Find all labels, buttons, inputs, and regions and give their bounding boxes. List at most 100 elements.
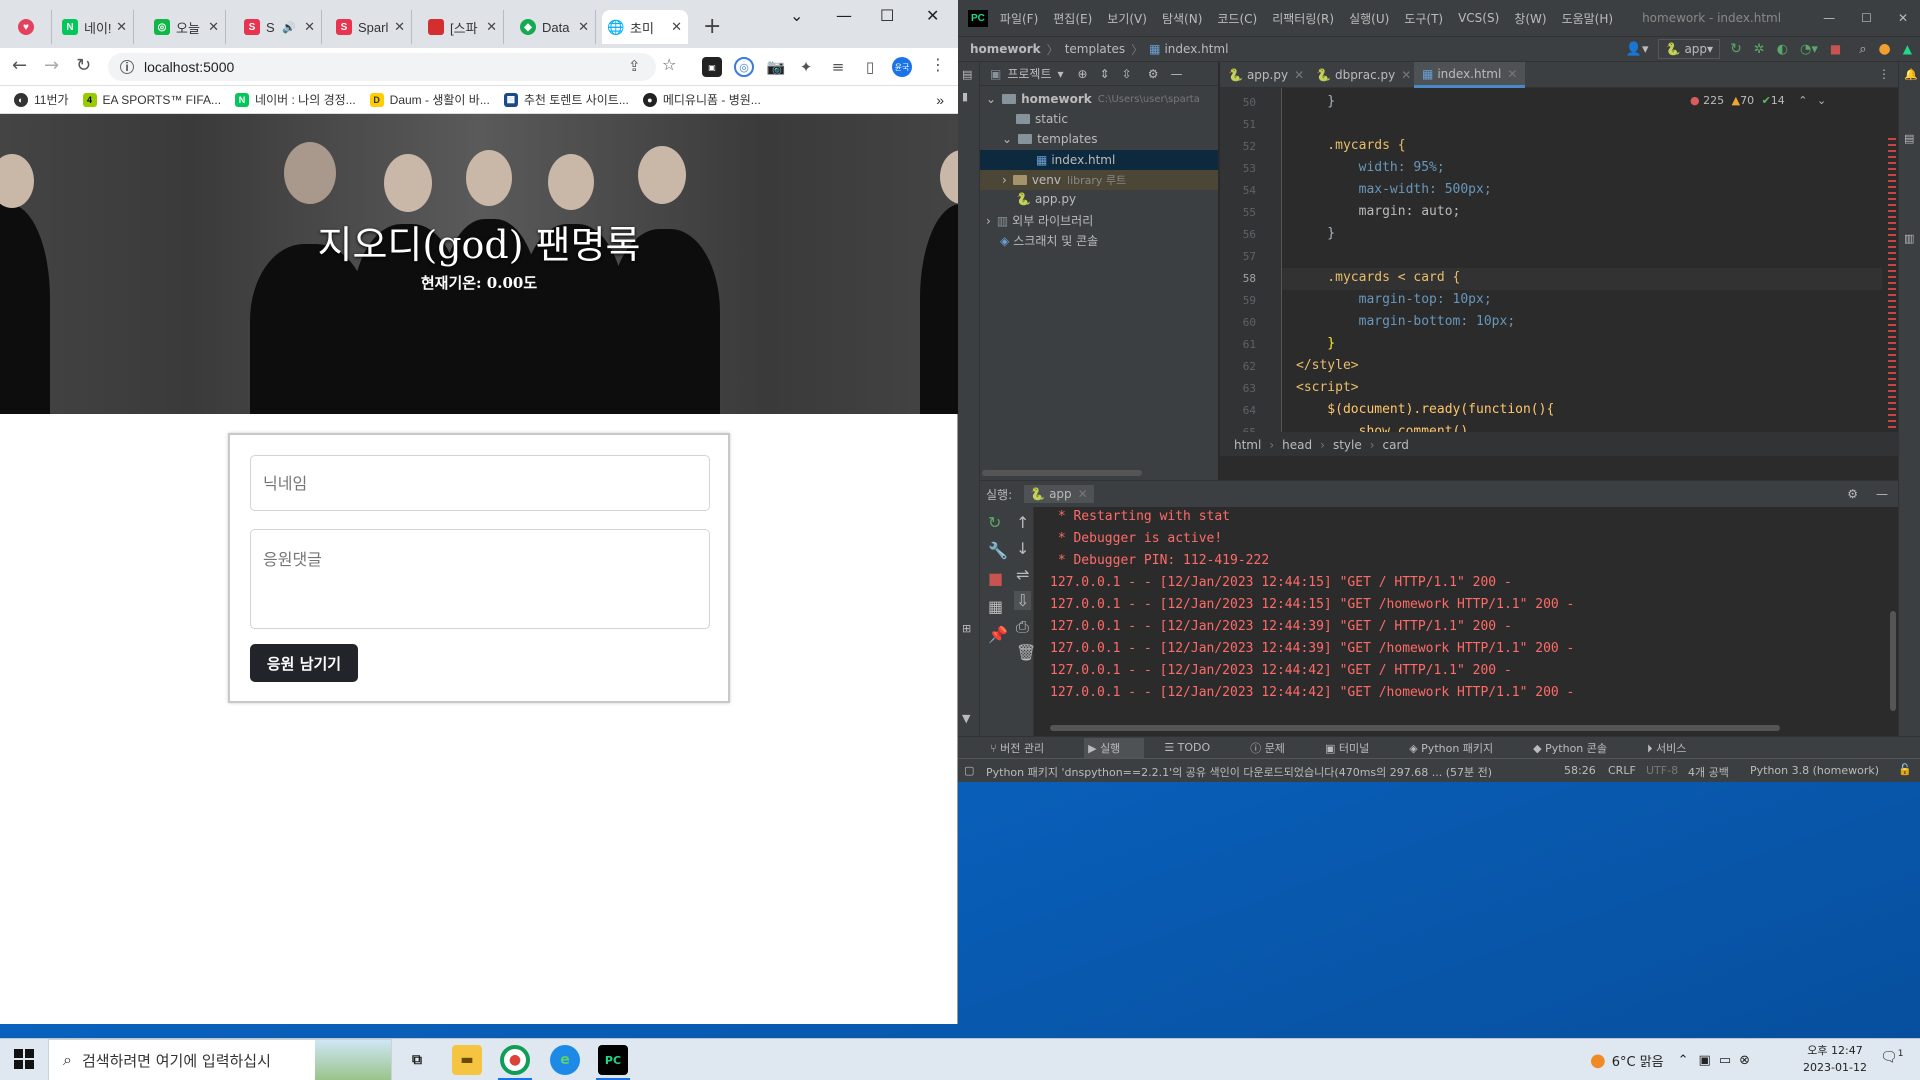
scroll-to-end-icon[interactable]: ⇩: [1014, 591, 1032, 610]
nav-crumb[interactable]: homework: [970, 42, 1041, 56]
hide-icon[interactable]: —: [1171, 67, 1183, 81]
tree-item-scratches[interactable]: ◈ 스크래치 및 콘솔: [1000, 232, 1098, 249]
update-icon[interactable]: ●: [1879, 41, 1891, 57]
close-icon[interactable]: ✕: [394, 19, 405, 35]
code-line[interactable]: }: [1296, 94, 1335, 109]
nickname-input[interactable]: [250, 455, 710, 511]
code-line[interactable]: $(document).ready(function(){: [1296, 402, 1554, 417]
close-icon[interactable]: ✕: [208, 19, 219, 35]
vertical-scrollbar[interactable]: [1890, 611, 1896, 711]
maximize-icon[interactable]: ☐: [880, 6, 894, 25]
minimize-icon[interactable]: —: [1823, 11, 1835, 25]
taskbar-search[interactable]: ⌕ 검색하려면 여기에 입력하십시: [48, 1039, 392, 1080]
trash-icon[interactable]: 🗑: [1016, 643, 1036, 662]
lock-icon[interactable]: 🔓: [1898, 763, 1912, 776]
gear-icon[interactable]: ⚙: [1148, 67, 1159, 81]
menu-item[interactable]: 탐색(N): [1162, 10, 1202, 27]
bookmark-item[interactable]: N 네이버 : 나의 경정...: [235, 91, 356, 108]
editor-tab-active[interactable]: ▦ index.html ✕: [1414, 62, 1526, 88]
close-icon[interactable]: ✕: [1294, 68, 1304, 82]
bookmark-item[interactable]: ● 메디유니폼 - 병원...: [642, 91, 761, 108]
close-icon[interactable]: ✕: [116, 19, 127, 35]
display-icon[interactable]: ▭: [1719, 1053, 1731, 1068]
inspection-widget[interactable]: ● 225 ▲70 ✔14 ⌃ ⌄: [1690, 94, 1826, 107]
structure-tool-icon[interactable]: ⊞: [962, 622, 971, 635]
menu-item[interactable]: 코드(C): [1217, 10, 1257, 27]
maximize-icon[interactable]: ☐: [1861, 11, 1872, 25]
arrow-down-icon[interactable]: ↓: [1016, 539, 1029, 558]
database-tool-icon[interactable]: ▤: [1904, 132, 1914, 145]
close-icon[interactable]: ✕: [304, 19, 315, 35]
media-icon[interactable]: ≡: [828, 57, 848, 77]
close-window-icon[interactable]: ✕: [1898, 11, 1908, 25]
sciview-tool-icon[interactable]: ▥: [1904, 232, 1914, 245]
notifications-tool-icon[interactable]: 🔔: [1904, 68, 1918, 81]
browser-tab-active[interactable]: 🌐 초미 ✕: [602, 10, 688, 44]
pycharm-icon[interactable]: PC: [598, 1045, 628, 1075]
browser-tab[interactable]: ◎ 오늘 ✕: [148, 10, 226, 44]
submit-comment-button[interactable]: 응원 남기기: [250, 644, 358, 682]
indent-setting[interactable]: 4개 공백: [1688, 764, 1729, 780]
menu-item[interactable]: 도구(T): [1404, 10, 1443, 27]
tool-tab-problems[interactable]: ⓘ 문제: [1250, 740, 1305, 756]
browser-tab[interactable]: [스파 ✕: [422, 10, 504, 44]
expand-all-icon[interactable]: ⇕: [1100, 67, 1110, 81]
mute-icon[interactable]: ⊗: [1739, 1053, 1750, 1068]
project-tool-icon[interactable]: ▤: [962, 68, 972, 81]
user-icon[interactable]: 👤▾: [1626, 42, 1649, 57]
tool-tab-run[interactable]: ▶ 실행: [1084, 737, 1145, 758]
error-stripe[interactable]: [1888, 138, 1896, 428]
browser-tab[interactable]: ♥: [12, 10, 52, 44]
code-line[interactable]: margin: auto;: [1296, 204, 1461, 219]
code-line[interactable]: }: [1296, 226, 1335, 241]
code-line[interactable]: max-width: 500px;: [1296, 182, 1492, 197]
extension-icon[interactable]: ▣: [702, 57, 722, 77]
back-icon[interactable]: ←: [12, 55, 27, 76]
share-icon[interactable]: ⇪: [628, 57, 641, 75]
tree-item-homework[interactable]: ⌄ homework C:\Users\user\sparta: [986, 92, 1200, 106]
puzzle-icon[interactable]: ✦: [796, 57, 816, 77]
tool-tab-services[interactable]: ⏵ 서비스: [1647, 740, 1706, 756]
menu-item[interactable]: 실행(U): [1349, 10, 1389, 27]
editor-tab[interactable]: 🐍 app.py ✕: [1220, 62, 1312, 88]
close-icon[interactable]: ✕: [486, 19, 497, 35]
menu-item[interactable]: 보기(V): [1107, 10, 1147, 27]
file-explorer-icon[interactable]: ▬: [452, 1045, 482, 1075]
profile-icon[interactable]: ◔▾: [1800, 42, 1818, 57]
debug-icon[interactable]: ✲: [1754, 42, 1765, 57]
menu-item[interactable]: 창(W): [1514, 10, 1546, 27]
bookmark-item[interactable]: ◐ 11번가: [14, 91, 69, 108]
close-icon[interactable]: ✕: [1507, 67, 1517, 81]
address-bar[interactable]: i localhost:5000: [108, 53, 656, 81]
file-encoding[interactable]: UTF-8: [1646, 764, 1678, 777]
status-icon[interactable]: ▢: [964, 764, 974, 777]
windows-start-icon[interactable]: [14, 1049, 34, 1069]
bookmarks-tool-icon[interactable]: ▮: [962, 90, 968, 103]
info-icon[interactable]: i: [120, 60, 134, 74]
code-line[interactable]: .mycards < card {: [1296, 270, 1460, 285]
locate-icon[interactable]: ⊕: [1078, 67, 1088, 81]
kebab-menu-icon[interactable]: ⋮: [1878, 67, 1890, 81]
coverage-icon[interactable]: ◐: [1777, 42, 1788, 57]
close-icon[interactable]: ✕: [1078, 487, 1088, 501]
bookmark-item[interactable]: ▩ 추천 토렌트 사이트...: [503, 91, 629, 108]
chrome-icon[interactable]: ●: [500, 1045, 530, 1075]
close-window-icon[interactable]: ✕: [926, 6, 939, 25]
comment-textarea[interactable]: [250, 529, 710, 629]
layout-icon[interactable]: ▦: [988, 597, 1003, 616]
code-line[interactable]: margin-top: 10px;: [1296, 292, 1492, 307]
menu-item[interactable]: VCS(S): [1458, 11, 1499, 25]
tree-item-static[interactable]: static: [1016, 112, 1068, 126]
code-line[interactable]: <script>: [1296, 380, 1359, 395]
notification-icon[interactable]: 🗨1: [1880, 1049, 1904, 1066]
tree-item-index-html[interactable]: ▦ index.html: [980, 150, 1218, 170]
weather-text[interactable]: 6°C 맑음: [1612, 1051, 1664, 1070]
run-tab[interactable]: 🐍 app ✕: [1024, 485, 1094, 503]
tool-tab-todo[interactable]: ☰ TODO: [1164, 741, 1230, 754]
menu-item[interactable]: 파일(F): [1000, 10, 1038, 27]
taskbar-clock[interactable]: 오후 12:47 2023-01-12: [1790, 1042, 1880, 1076]
plugin-logo-icon[interactable]: ▲: [1903, 42, 1912, 56]
horizontal-scrollbar[interactable]: [1050, 725, 1780, 731]
hide-icon[interactable]: —: [1876, 487, 1888, 501]
horizontal-scrollbar[interactable]: [982, 470, 1142, 476]
